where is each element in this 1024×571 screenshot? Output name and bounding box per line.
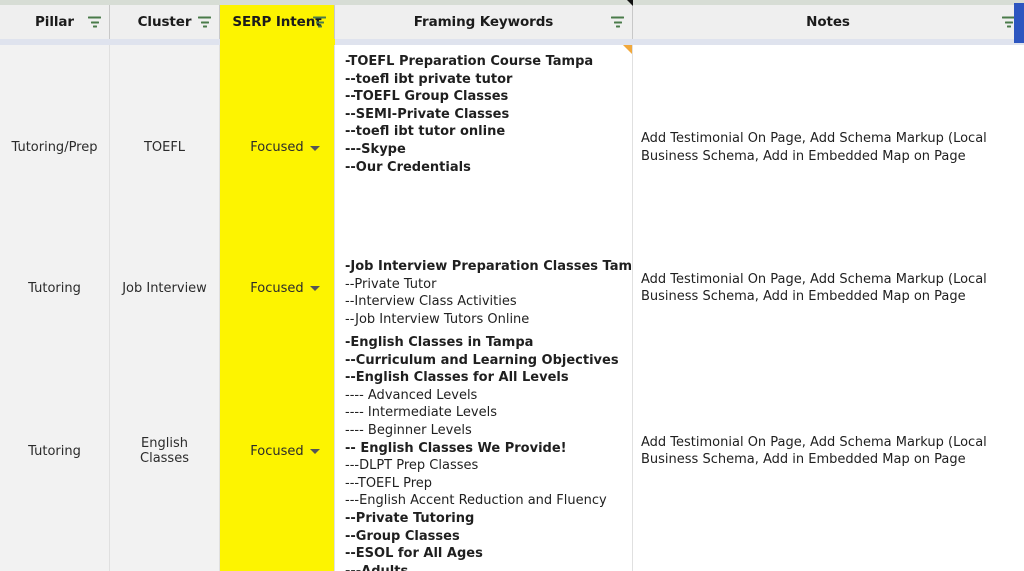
- keyword-line: ---English Accent Reduction and Fluency: [345, 493, 607, 509]
- cell-framing-keywords[interactable]: -Job Interview Preparation Classes Tampa…: [335, 250, 633, 326]
- column-header-serp-intent[interactable]: SERP Intent: [220, 5, 335, 39]
- cell-notes[interactable]: Add Testimonial On Page, Add Schema Mark…: [633, 45, 1024, 250]
- cell-pillar[interactable]: Tutoring: [0, 250, 110, 326]
- keyword-line: --SEMI-Private Classes: [345, 106, 510, 122]
- keyword-line: --Private Tutoring: [345, 510, 475, 526]
- filter-icon[interactable]: [611, 16, 624, 28]
- table-row[interactable]: Tutoring/Prep TOEFL Focused -TOEFL Preparat…: [0, 45, 1024, 250]
- cell-notes[interactable]: Add Testimonial On Page, Add Schema Mark…: [633, 250, 1024, 326]
- right-gutter: [1016, 45, 1024, 571]
- keyword-line: -English Classes in Tampa: [345, 335, 534, 350]
- cell-framing-keywords[interactable]: -English Classes in Tampa --Curriculum an…: [335, 326, 633, 571]
- cell-pillar[interactable]: Tutoring/Prep: [0, 45, 110, 250]
- spreadsheet: Pillar Cluster SERP Intent Framing Keywords…: [0, 0, 1024, 571]
- filter-icon[interactable]: [88, 16, 101, 28]
- serp-intent-value: Focused: [250, 280, 304, 296]
- cell-serp-intent[interactable]: Focused: [220, 326, 335, 571]
- keyword-line: ---DLPT Prep Classes: [345, 458, 479, 474]
- keyword-line: --TOEFL Group Classes: [345, 89, 509, 105]
- keyword-line: --Private Tutor: [345, 276, 437, 292]
- keyword-line: ---- Beginner Levels: [345, 422, 472, 438]
- cell-cluster[interactable]: TOEFL: [110, 45, 220, 250]
- column-header-label: Notes: [806, 14, 850, 30]
- keyword-line: --Interview Class Activities: [345, 294, 517, 310]
- cell-serp-intent[interactable]: Focused: [220, 45, 335, 250]
- table-header-row: Pillar Cluster SERP Intent Framing Keywords…: [0, 5, 1024, 39]
- filter-icon[interactable]: [198, 16, 211, 28]
- keyword-line: --toefl ibt tutor online: [345, 124, 506, 140]
- column-resize-handle-icon[interactable]: [622, 0, 633, 6]
- keyword-line: ---Adults: [345, 563, 626, 571]
- filter-icon[interactable]: [313, 16, 326, 28]
- chevron-down-icon[interactable]: [310, 449, 320, 454]
- column-header-framing-keywords[interactable]: Framing Keywords: [335, 5, 633, 39]
- column-header-label: Pillar: [35, 14, 74, 30]
- cell-framing-keywords[interactable]: -TOEFL Preparation Course Tampa --toefl i…: [335, 45, 633, 250]
- keyword-line: ---TOEFL Prep: [345, 475, 433, 491]
- keyword-line: -TOEFL Preparation Course Tampa: [345, 54, 594, 69]
- column-header-pillar[interactable]: Pillar: [0, 5, 110, 39]
- serp-intent-value: Focused: [250, 443, 304, 459]
- cell-notes[interactable]: Add Testimonial On Page, Add Schema Mark…: [633, 326, 1024, 571]
- cell-serp-intent[interactable]: Focused: [220, 250, 335, 326]
- notes-text: Add Testimonial On Page, Add Schema Mark…: [641, 434, 987, 468]
- cell-note-marker-icon[interactable]: [623, 45, 632, 54]
- column-header-notes[interactable]: Notes: [633, 5, 1024, 39]
- keyword-line: --Our Credentials: [345, 159, 471, 175]
- column-header-label: Framing Keywords: [413, 14, 554, 30]
- serp-intent-value: Focused: [250, 140, 304, 155]
- table-row[interactable]: Tutoring English Classes Focused -English C…: [0, 326, 1024, 571]
- keyword-line: --Curriculum and Learning Objectives: [345, 352, 619, 368]
- keyword-line: --Group Classes: [345, 528, 460, 544]
- column-header-label: Cluster: [137, 14, 192, 30]
- column-header-label: SERP Intent: [232, 14, 322, 30]
- keyword-line: --toefl ibt private tutor: [345, 71, 513, 87]
- keyword-line: ---Skype: [345, 141, 406, 157]
- keyword-line: -Job Interview Preparation Classes Tampa: [345, 259, 633, 274]
- keyword-line: ---- Advanced Levels: [345, 387, 478, 403]
- keyword-line: --ESOL for All Ages: [345, 546, 483, 562]
- keyword-line: --Job Interview Tutors Online: [345, 311, 530, 326]
- keyword-line: --English Classes for All Levels: [345, 370, 569, 386]
- cell-pillar[interactable]: Tutoring: [0, 326, 110, 571]
- keyword-line: ---- Intermediate Levels: [345, 405, 497, 421]
- cell-cluster[interactable]: English Classes: [110, 326, 220, 571]
- column-header-cluster[interactable]: Cluster: [110, 5, 220, 39]
- notes-text: Add Testimonial On Page, Add Schema Mark…: [641, 271, 987, 305]
- cell-cluster[interactable]: Job Interview: [110, 250, 220, 326]
- table-row[interactable]: Tutoring Job Interview Focused -Job Intervi…: [0, 250, 1024, 326]
- chevron-down-icon[interactable]: [310, 286, 320, 291]
- notes-text: Add Testimonial On Page, Add Schema Mark…: [641, 131, 987, 164]
- table-body[interactable]: Tutoring/Prep TOEFL Focused -TOEFL Preparat…: [0, 45, 1024, 571]
- keyword-line: -- English Classes We Provide!: [345, 440, 567, 456]
- chevron-down-icon[interactable]: [310, 145, 320, 151]
- vertical-scrollbar[interactable]: [1014, 3, 1024, 43]
